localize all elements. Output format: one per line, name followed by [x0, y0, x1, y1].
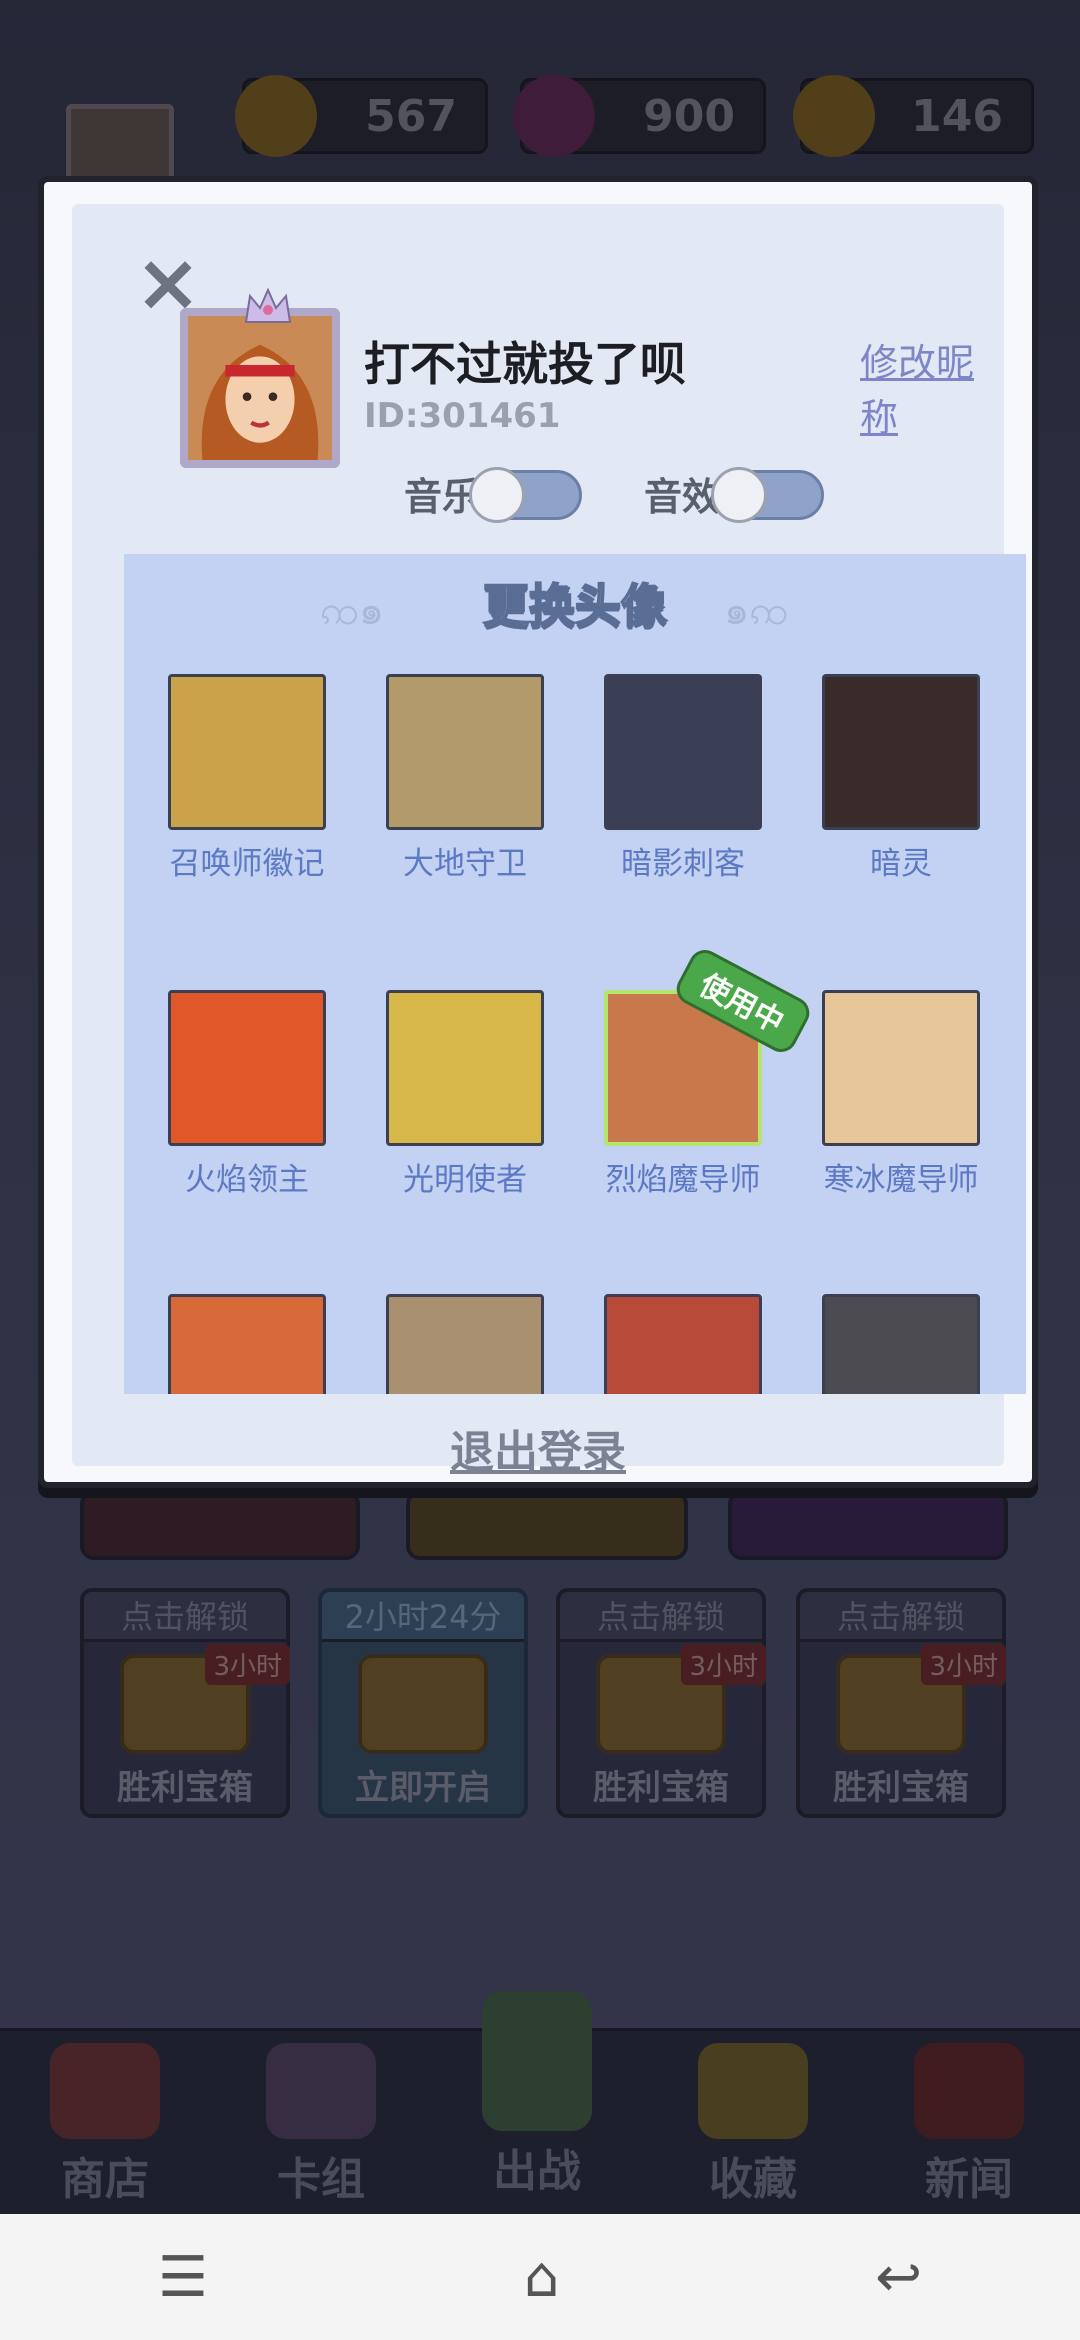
crown-icon [244, 288, 292, 323]
avatar-option[interactable] [165, 1294, 329, 1394]
system-nav-bar: ☰ ⌂ ↩ [0, 2214, 1080, 2340]
avatar-option[interactable]: 大地守卫 [383, 674, 547, 883]
toggle-knob [711, 467, 767, 523]
avatar-option[interactable]: 暗灵 [819, 674, 983, 883]
logout-button[interactable]: 退出登录 [72, 1416, 1004, 1480]
beast-icon [386, 1294, 544, 1394]
current-avatar[interactable] [180, 308, 340, 468]
fire-mage-portrait [188, 316, 332, 460]
avatar-option[interactable]: 火焰领主 [165, 990, 329, 1199]
menu-icon[interactable]: ☰ [158, 2245, 208, 2310]
light-envoy-icon [386, 990, 544, 1146]
rename-link[interactable]: 修改昵称 [860, 332, 1004, 442]
earth-guardian-icon [386, 674, 544, 830]
ice-mage-icon [822, 990, 980, 1146]
avatar-name: 暗影刺客 [621, 846, 745, 882]
avatar-panel-title: 更换头像 [482, 578, 668, 634]
avatar-panel[interactable]: ꩡ๑ ๑ꩡ 更换头像 召唤师徽记 大地守卫 暗影刺客 暗灵 火焰领主 光明使者 … [124, 554, 1026, 1394]
summoner-emblem-icon [168, 674, 326, 830]
avatar-name: 召唤师徽记 [169, 846, 325, 882]
back-icon[interactable]: ↩ [875, 2245, 922, 2310]
avatar-name: 光明使者 [403, 1162, 527, 1198]
avatar-name: 火焰领主 [185, 1162, 309, 1198]
demon-icon [604, 1294, 762, 1394]
player-nickname: 打不过就投了呗 [364, 337, 686, 391]
flame-lord-icon [168, 990, 326, 1146]
toggle-knob [469, 467, 525, 523]
avatar-option[interactable]: 光明使者 [383, 990, 547, 1199]
avatar-name: 寒冰魔导师 [823, 1162, 979, 1198]
sfx-label: 音效 [644, 475, 721, 519]
avatar-option[interactable] [601, 1294, 765, 1394]
dark-spirit-icon [822, 674, 980, 830]
avatar-option[interactable] [383, 1294, 547, 1394]
home-icon[interactable]: ⌂ [524, 2245, 560, 2310]
avatar-name: 烈焰魔导师 [605, 1162, 761, 1198]
avatar-option-selected[interactable]: 使用中 烈焰魔导师 [601, 944, 815, 1199]
avatar-option[interactable]: 暗影刺客 [601, 674, 765, 883]
wolf-icon [822, 1294, 980, 1394]
avatar-option[interactable]: 召唤师徽记 [165, 674, 329, 883]
avatar-option[interactable] [819, 1294, 983, 1394]
player-id: ID:301461 [364, 396, 561, 436]
music-toggle[interactable] [469, 467, 582, 523]
avatar-option[interactable]: 寒冰魔导师 [819, 990, 983, 1199]
avatar-name: 暗灵 [870, 846, 932, 882]
dialog-body: × 打不过就投了呗 ID:301461 修改昵称 音乐 音效 ꩡ๑ ๑ꩡ 更换头… [72, 204, 1026, 1478]
sfx-toggle[interactable] [711, 467, 824, 523]
profile-dialog: × 打不过就投了呗 ID:301461 修改昵称 音乐 音效 ꩡ๑ ๑ꩡ 更换头… [38, 176, 1038, 1488]
warrior-icon [168, 1294, 326, 1394]
shadow-assassin-icon [604, 674, 762, 830]
avatar-name: 大地守卫 [403, 846, 527, 882]
